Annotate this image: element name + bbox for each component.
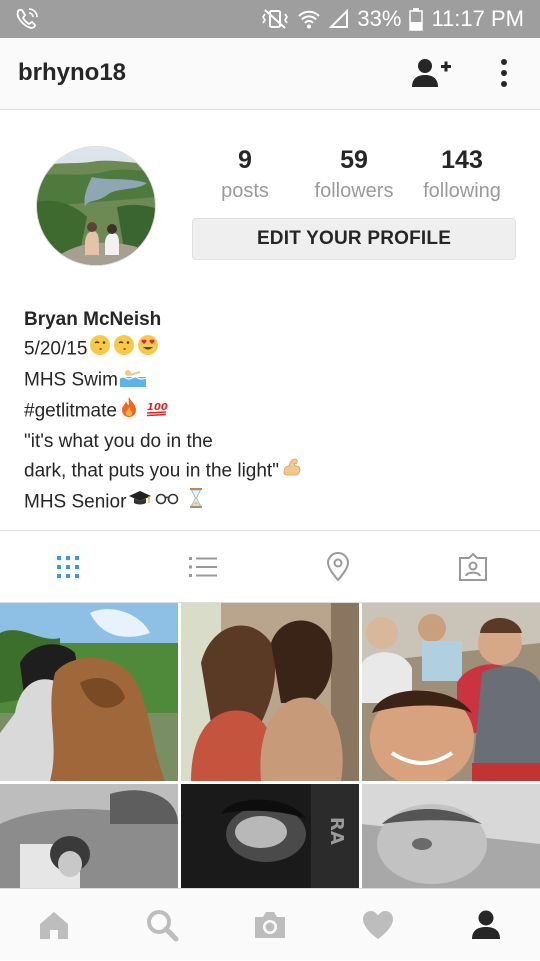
profile-avatar[interactable] [36, 146, 156, 266]
bio-quote-line-1: "it's what you do in the [24, 431, 213, 452]
bio-line-quote-2: dark, that puts you in the light" [24, 456, 504, 487]
location-pin-icon [326, 552, 349, 582]
svg-text:RA: RA [326, 817, 347, 845]
status-bar: 33% 11:17 PM [0, 0, 540, 38]
bio-line-swim: MHS Swim [24, 365, 504, 396]
graduation-cap-icon [128, 487, 152, 518]
tab-list-view[interactable] [135, 531, 270, 603]
posts-stat: 9 posts [210, 144, 280, 206]
bio-hashtag-text: #getlitmate [24, 400, 117, 422]
kissing-face-icon [89, 334, 111, 365]
cell-signal-icon [329, 9, 349, 29]
list-icon [188, 557, 217, 577]
bio-line-senior: MHS Senior [24, 487, 504, 518]
grid-photo[interactable] [181, 603, 359, 781]
tab-map-view[interactable] [270, 531, 405, 603]
following-stat[interactable]: 143 following [414, 144, 510, 206]
bio-date-text: 5/20/15 [24, 338, 88, 360]
bio-swim-text: MHS Swim [24, 369, 118, 391]
bottom-navigation [0, 888, 540, 960]
nav-home[interactable] [0, 889, 108, 961]
heart-eyes-face-icon [137, 334, 159, 365]
swimmer-icon [119, 365, 147, 396]
nav-camera[interactable] [216, 889, 324, 961]
flexed-biceps-icon [281, 456, 303, 487]
add-person-button[interactable] [410, 56, 452, 92]
camera-icon [255, 912, 285, 938]
hundred-points-icon: 100 [146, 396, 168, 427]
nav-search[interactable] [108, 889, 216, 961]
profile-header-bar: brhyno18 [0, 38, 540, 110]
grid-photo[interactable]: RA [181, 784, 359, 888]
tab-grid-view[interactable] [0, 531, 135, 603]
following-label: following [423, 180, 501, 202]
edit-profile-button[interactable]: EDIT YOUR PROFILE [192, 218, 516, 260]
fire-icon [119, 396, 139, 427]
profile-view-tabs [0, 531, 540, 603]
grid-photo[interactable] [0, 784, 178, 888]
grid-photo[interactable] [362, 603, 540, 781]
photo-grid: RA [0, 603, 540, 888]
tab-tagged-photos[interactable] [405, 531, 540, 603]
home-icon [40, 912, 68, 939]
posts-count: 9 [238, 146, 252, 174]
grid-icon [56, 556, 79, 578]
profile-bio: Bryan McNeish 5/20/15 MHS Swim #getlitma… [24, 305, 504, 518]
search-icon [147, 910, 179, 942]
tagged-photos-icon [458, 552, 487, 581]
battery-icon [409, 7, 424, 31]
add-person-icon [412, 59, 451, 87]
following-count: 143 [441, 146, 483, 174]
followers-stat[interactable]: 59 followers [304, 144, 404, 206]
nav-profile[interactable] [432, 889, 540, 961]
eyeglasses-icon [154, 487, 180, 518]
grid-photo[interactable] [362, 784, 540, 888]
bio-line-hashtag: #getlitmate 100 [24, 396, 504, 427]
full-name: Bryan McNeish [24, 309, 162, 330]
vertical-dots-icon [501, 59, 507, 87]
kissing-face-icon [113, 334, 135, 365]
followers-label: followers [314, 180, 394, 202]
clock-time: 11:17 PM [431, 6, 524, 31]
bio-quote-line-2: dark, that puts you in the light" [24, 460, 279, 482]
mute-vibrate-icon [261, 8, 289, 30]
heart-icon [363, 911, 393, 939]
grid-photo[interactable] [0, 603, 178, 781]
bio-senior-text: MHS Senior [24, 491, 127, 513]
followers-count: 59 [340, 146, 368, 174]
phone-wifi-call-icon [14, 7, 40, 36]
more-options-button[interactable] [492, 56, 516, 92]
hourglass-icon [188, 487, 204, 518]
posts-label: posts [221, 180, 269, 202]
username-title: brhyno18 [18, 59, 127, 86]
wifi-icon [297, 8, 321, 30]
battery-percent: 33% [357, 6, 402, 31]
bio-line-date: 5/20/15 [24, 334, 504, 365]
nav-activity[interactable] [324, 889, 432, 961]
profile-icon [472, 910, 500, 939]
